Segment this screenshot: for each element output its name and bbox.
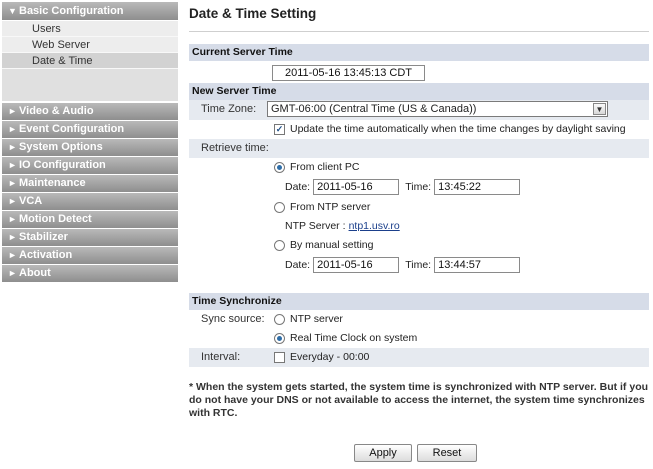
from-pc-radio[interactable] xyxy=(274,161,285,173)
sidebar: ▼ Basic Configuration Users Web Server Da… xyxy=(0,0,180,469)
dst-row: ✓ Update the time automatically when the … xyxy=(189,120,649,139)
sync-source-label: Sync source: xyxy=(201,313,265,325)
from-pc-label: From client PC xyxy=(290,161,360,173)
timezone-select[interactable]: GMT-06:00 (Central Time (US & Canada)) ▼ xyxy=(267,101,608,117)
from-ntp-row: From NTP server xyxy=(189,198,649,217)
triangle-right-icon: ► xyxy=(8,178,17,188)
sidebar-section-label: Stabilizer xyxy=(19,231,68,243)
timezone-label: Time Zone: xyxy=(201,103,257,115)
manual-date-input[interactable]: 2011-05-16 xyxy=(313,257,400,274)
sidebar-item-web-server[interactable]: Web Server xyxy=(2,37,178,53)
sidebar-sub-list: Users Web Server Date & Time xyxy=(2,21,178,69)
manual-row: By manual setting xyxy=(189,236,649,255)
sidebar-spacer xyxy=(2,69,178,101)
sidebar-section-activation[interactable]: ► Activation xyxy=(2,247,178,264)
triangle-right-icon: ► xyxy=(8,250,17,260)
pc-date-input[interactable]: 2011-05-16 xyxy=(313,179,400,196)
sync-rtc-radio[interactable] xyxy=(274,332,285,344)
sync-source-row: Sync source: NTP server xyxy=(189,310,649,329)
sync-rtc-label: Real Time Clock on system xyxy=(290,332,418,344)
sidebar-section-label: Basic Configuration xyxy=(19,5,124,17)
current-time-row: 2011-05-16 13:45:13 CDT xyxy=(189,61,649,83)
manual-datetime-row: Date: 2011-05-16 Time: 13:44:57 xyxy=(189,255,649,277)
section-header-new-time: New Server Time xyxy=(189,83,649,100)
sidebar-section-motion-detect[interactable]: ► Motion Detect xyxy=(2,211,178,228)
sidebar-section-vca[interactable]: ► VCA xyxy=(2,193,178,210)
sidebar-section-basic-configuration[interactable]: ▼ Basic Configuration xyxy=(2,2,178,20)
chevron-down-icon[interactable]: ▼ xyxy=(593,103,606,115)
triangle-right-icon: ► xyxy=(8,160,17,170)
from-pc-row: From client PC xyxy=(189,158,649,177)
current-time-section: Current Server Time 2011-05-16 13:45:13 … xyxy=(189,44,649,83)
sidebar-section-label: VCA xyxy=(19,195,43,207)
new-time-section: New Server Time Time Zone: GMT-06:00 (Ce… xyxy=(189,83,649,277)
interval-checkbox[interactable] xyxy=(274,351,285,363)
sidebar-section-about[interactable]: ► About xyxy=(2,265,178,282)
timezone-row: Time Zone: GMT-06:00 (Central Time (US &… xyxy=(189,100,649,120)
pc-datetime-row: Date: 2011-05-16 Time: 13:45:22 xyxy=(189,177,649,198)
sidebar-section-label: About xyxy=(19,267,51,279)
title-divider xyxy=(189,31,649,32)
section-header-time-sync: Time Synchronize xyxy=(189,293,649,310)
sidebar-item-users[interactable]: Users xyxy=(2,21,178,37)
reset-button[interactable]: Reset xyxy=(417,444,477,462)
manual-time-input[interactable]: 13:44:57 xyxy=(434,257,521,274)
interval-label: Interval: xyxy=(201,351,241,363)
dst-label: Update the time automatically when the t… xyxy=(290,123,626,135)
sidebar-section-label: Motion Detect xyxy=(19,213,92,225)
section-header-current-time: Current Server Time xyxy=(189,44,649,61)
triangle-right-icon: ► xyxy=(8,196,17,206)
sidebar-section-label: Activation xyxy=(19,249,73,261)
retrieve-row: Retrieve time: xyxy=(189,139,649,158)
manual-date-label: Date: xyxy=(285,259,311,271)
triangle-right-icon: ► xyxy=(8,142,17,152)
manual-radio[interactable] xyxy=(274,239,285,251)
sync-section: Time Synchronize Sync source: NTP server… xyxy=(189,293,649,367)
sidebar-section-video-audio[interactable]: ► Video & Audio xyxy=(2,103,178,120)
main-content: Date & Time Setting Current Server Time … xyxy=(189,0,649,464)
pc-time-label: Time: xyxy=(405,181,432,193)
interval-row: Interval: Everyday - 00:00 xyxy=(189,348,649,367)
sidebar-section-label: System Options xyxy=(19,141,103,153)
current-time-field: 2011-05-16 13:45:13 CDT xyxy=(272,65,425,82)
sync-rtc-row: Real Time Clock on system xyxy=(189,329,649,348)
sidebar-section-label: Event Configuration xyxy=(19,123,125,135)
sidebar-section-event-configuration[interactable]: ► Event Configuration xyxy=(2,121,178,138)
sidebar-sections: ► Video & Audio ► Event Configuration ► Sys… xyxy=(0,103,180,282)
sidebar-section-label: Video & Audio xyxy=(19,105,94,117)
manual-label: By manual setting xyxy=(290,239,374,251)
sync-ntp-label: NTP server xyxy=(290,313,343,325)
sidebar-section-system-options[interactable]: ► System Options xyxy=(2,139,178,156)
page-title: Date & Time Setting xyxy=(189,6,317,21)
interval-option-label: Everyday - 00:00 xyxy=(290,351,370,363)
pc-date-label: Date: xyxy=(285,181,311,193)
button-bar: Apply Reset xyxy=(189,444,649,464)
apply-button[interactable]: Apply xyxy=(354,444,412,462)
triangle-right-icon: ► xyxy=(8,124,17,134)
triangle-right-icon: ► xyxy=(8,106,17,116)
sidebar-section-maintenance[interactable]: ► Maintenance xyxy=(2,175,178,192)
triangle-right-icon: ► xyxy=(8,268,17,278)
triangle-right-icon: ► xyxy=(8,214,17,224)
triangle-right-icon: ► xyxy=(8,232,17,242)
from-ntp-radio[interactable] xyxy=(274,201,285,213)
ntp-server-link[interactable]: ntp1.usv.ro xyxy=(349,220,400,232)
ntp-server-row: NTP Server : ntp1.usv.ro xyxy=(189,217,649,236)
dst-checkbox[interactable]: ✓ xyxy=(274,123,285,135)
sidebar-section-label: IO Configuration xyxy=(19,159,106,171)
sync-ntp-radio[interactable] xyxy=(274,313,285,325)
ntp-server-label: NTP Server : xyxy=(285,220,346,232)
timezone-value: GMT-06:00 (Central Time (US & Canada)) xyxy=(271,103,477,115)
pc-time-input[interactable]: 13:45:22 xyxy=(434,179,521,196)
sidebar-item-date-time[interactable]: Date & Time xyxy=(2,53,178,69)
retrieve-label: Retrieve time: xyxy=(201,142,269,154)
sidebar-section-io-configuration[interactable]: ► IO Configuration xyxy=(2,157,178,174)
manual-time-label: Time: xyxy=(405,259,432,271)
sidebar-section-stabilizer[interactable]: ► Stabilizer xyxy=(2,229,178,246)
from-ntp-label: From NTP server xyxy=(290,201,371,213)
sidebar-section-label: Maintenance xyxy=(19,177,86,189)
triangle-down-icon: ▼ xyxy=(8,6,17,16)
sync-note: * When the system gets started, the syst… xyxy=(189,381,649,419)
